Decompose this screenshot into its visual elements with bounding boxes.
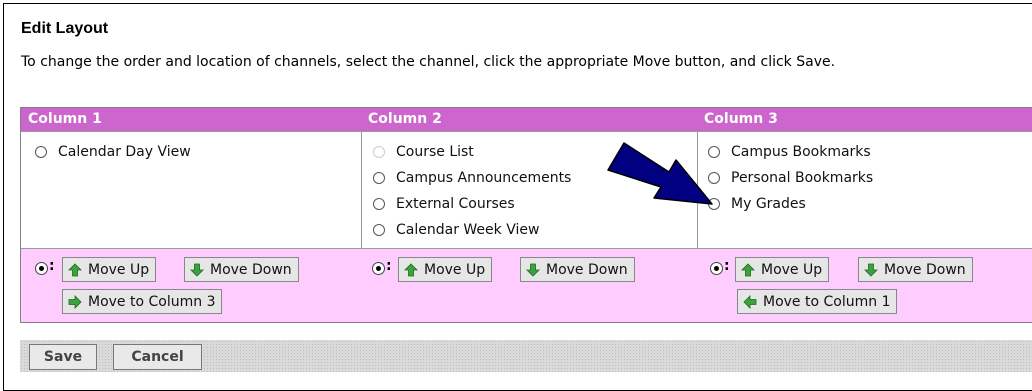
selected-radio-icon[interactable] — [710, 262, 723, 275]
channel-option[interactable]: Campus Bookmarks — [708, 139, 1032, 165]
channel-option[interactable]: Calendar Week View — [373, 217, 697, 243]
green-up-arrow-icon — [68, 262, 82, 276]
channel-option[interactable]: Campus Announcements — [373, 165, 697, 191]
move-down-button[interactable]: Move Down — [858, 257, 973, 282]
channel-label: Campus Bookmarks — [731, 144, 871, 160]
channel-option[interactable]: Personal Bookmarks — [708, 165, 1032, 191]
move-to-column-1-button[interactable]: Move to Column 1 — [737, 289, 898, 314]
green-down-arrow-icon — [526, 263, 540, 277]
green-right-arrow-icon — [68, 294, 82, 309]
channel-option[interactable]: Calendar Day View — [35, 139, 361, 165]
move-down-button[interactable]: Move Down — [520, 257, 635, 282]
column-3-header: Column 3 — [697, 108, 1032, 131]
save-button[interactable]: Save — [29, 344, 97, 370]
radio-button[interactable] — [373, 172, 385, 184]
selected-radio-icon[interactable] — [35, 262, 48, 275]
colon-separator: : — [724, 258, 730, 274]
radio-button[interactable] — [708, 172, 720, 184]
green-up-arrow-icon — [741, 262, 755, 276]
instructions-text: To change the order and location of chan… — [21, 54, 836, 70]
channel-label: My Grades — [731, 196, 806, 212]
channel-label: External Courses — [396, 196, 515, 212]
button-label: Move Down — [884, 261, 966, 278]
channel-label: Calendar Day View — [58, 144, 191, 160]
layout-grid: Column 1 Column 2 Column 3 Calendar Day … — [20, 107, 1032, 323]
cancel-button[interactable]: Cancel — [113, 344, 202, 370]
button-label: Move to Column 1 — [763, 293, 891, 310]
column-2-header: Column 2 — [361, 108, 697, 131]
column-2-channel-list: Course List Campus Announcements Externa… — [362, 131, 697, 248]
button-label: Move Up — [424, 261, 486, 278]
radio-button[interactable] — [708, 198, 720, 210]
green-up-arrow-icon — [404, 262, 418, 276]
column-1-header: Column 1 — [21, 108, 361, 131]
green-down-arrow-icon — [864, 263, 878, 277]
channel-option: Course List — [373, 139, 697, 165]
move-up-button[interactable]: Move Up — [62, 257, 157, 282]
button-label: Move to Column 3 — [88, 293, 216, 310]
radio-button-disabled — [373, 146, 385, 158]
green-down-arrow-icon — [190, 263, 204, 277]
radio-button[interactable] — [35, 146, 47, 158]
move-up-button[interactable]: Move Up — [398, 257, 493, 282]
radio-button[interactable] — [373, 224, 385, 236]
green-left-arrow-icon — [743, 294, 757, 309]
button-label: Move Up — [88, 261, 150, 278]
channel-option[interactable]: External Courses — [373, 191, 697, 217]
channel-label: Campus Announcements — [396, 170, 572, 186]
channel-label: Course List — [396, 144, 474, 160]
form-footer: Save Cancel — [20, 340, 1032, 372]
button-label: Move Down — [210, 261, 292, 278]
colon-separator: : — [49, 258, 55, 274]
page-title: Edit Layout — [21, 20, 109, 37]
move-to-column-3-button[interactable]: Move to Column 3 — [62, 289, 223, 314]
move-controls-strip: : Move Up Move Down Move to Column 3 : M… — [21, 248, 1032, 322]
column-1-channel-list: Calendar Day View — [21, 131, 361, 248]
column-3-channel-list: Campus Bookmarks Personal Bookmarks My G… — [698, 131, 1032, 248]
button-label: Move Up — [761, 261, 823, 278]
selected-radio-icon[interactable] — [372, 262, 385, 275]
channel-label: Calendar Week View — [396, 222, 540, 238]
move-up-button[interactable]: Move Up — [735, 257, 830, 282]
radio-button[interactable] — [373, 198, 385, 210]
move-down-button[interactable]: Move Down — [184, 257, 299, 282]
colon-separator: : — [386, 258, 392, 274]
channel-option[interactable]: My Grades — [708, 191, 1032, 217]
channel-label: Personal Bookmarks — [731, 170, 874, 186]
radio-button[interactable] — [708, 146, 720, 158]
button-label: Move Down — [546, 261, 628, 278]
